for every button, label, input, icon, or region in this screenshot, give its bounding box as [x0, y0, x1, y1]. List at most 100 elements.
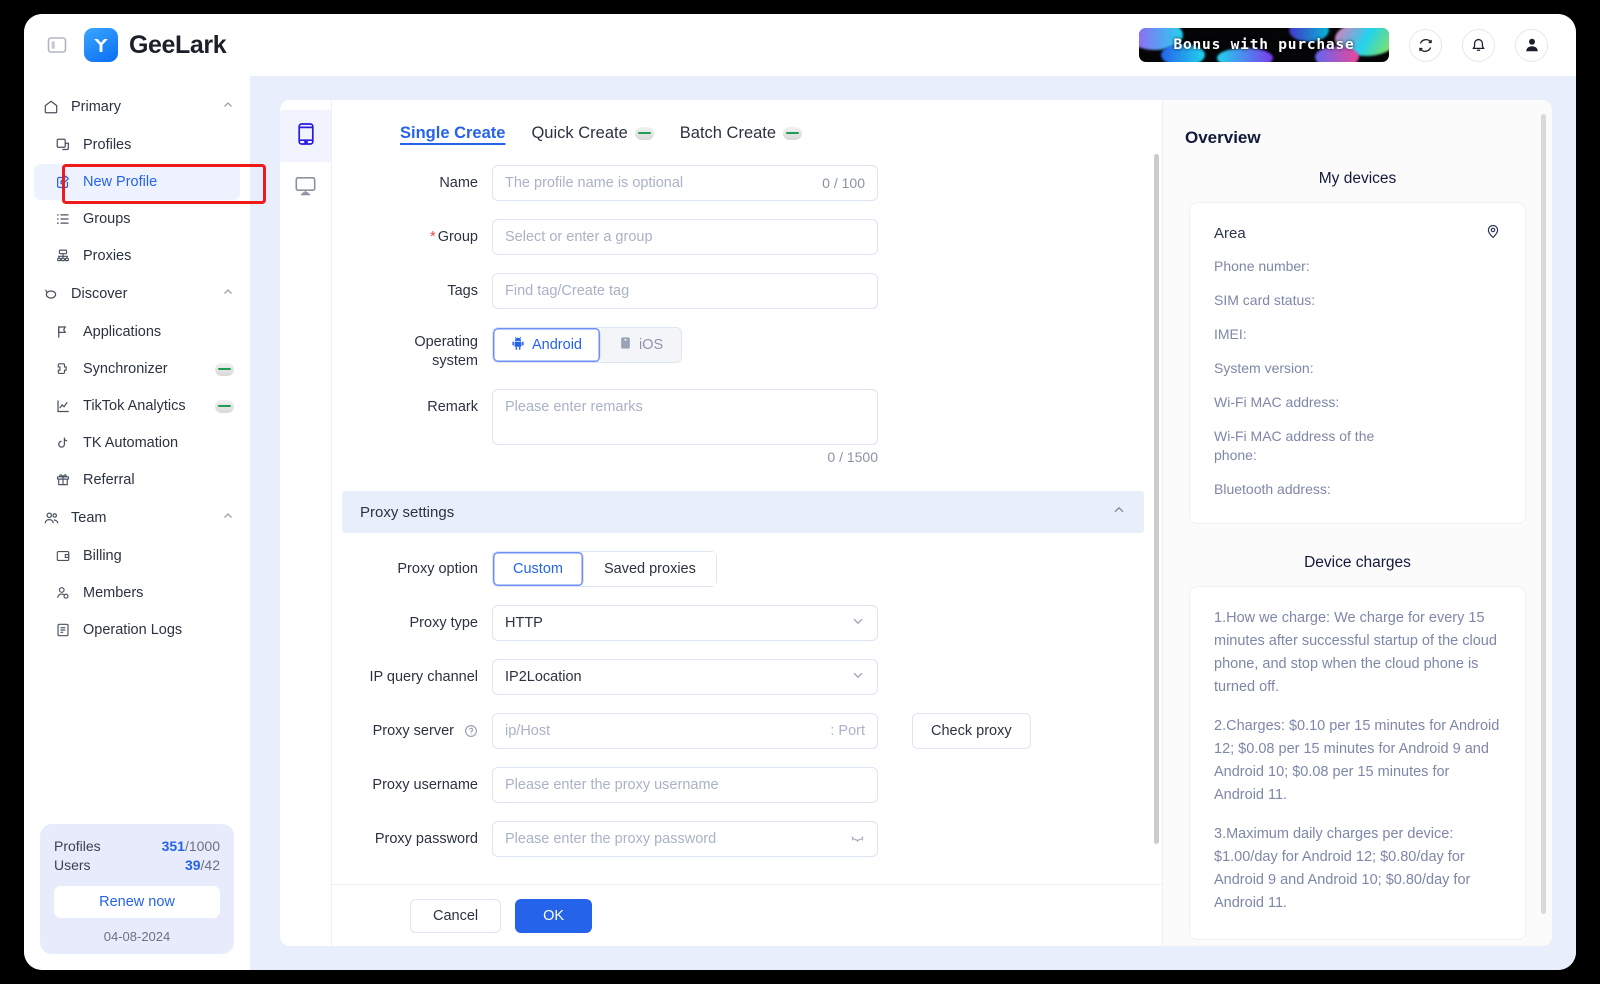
sidebar-item-label: TK Automation	[83, 435, 179, 451]
brand-logo: GeeLark	[84, 28, 227, 62]
tab-batch-create[interactable]: Batch Create	[679, 124, 803, 147]
quota-profiles-total: /1000	[184, 838, 220, 854]
sidebar-group-discover[interactable]: Discover	[24, 275, 250, 313]
device-field: Wi-Fi MAC address of the phone:	[1214, 428, 1375, 463]
sidebar-item-label: Groups	[83, 211, 131, 227]
gift-icon	[54, 472, 72, 488]
sidebar-item-groups[interactable]: Groups	[34, 201, 240, 237]
sidebar-item-label: Synchronizer	[83, 361, 168, 377]
os-label-line2: system	[432, 353, 478, 369]
renew-now-button[interactable]: Renew now	[54, 886, 220, 918]
chevron-up-icon	[222, 285, 234, 303]
geelark-mark-icon	[84, 28, 118, 62]
sidebar-item-billing[interactable]: Billing	[34, 538, 240, 574]
os-option-android[interactable]: Android	[493, 328, 601, 362]
user-avatar-icon[interactable]	[1515, 28, 1548, 62]
tags-input[interactable]: Find tag/Create tag	[492, 273, 878, 309]
os-option-ios[interactable]: iOS	[600, 328, 682, 362]
new-badge-icon	[634, 127, 654, 140]
home-icon	[42, 99, 60, 115]
location-pin-icon[interactable]	[1485, 223, 1501, 243]
help-circle-icon[interactable]	[464, 724, 478, 738]
sidebar-group-primary[interactable]: Primary	[24, 88, 250, 126]
phone-device-icon	[296, 122, 316, 151]
tab-label: Single Create	[400, 124, 506, 142]
proxy-password-input[interactable]: Please enter the proxy password	[492, 821, 878, 857]
overview-scrollbar[interactable]	[1541, 114, 1546, 914]
field-row-group: * Group Select or enter a group	[332, 219, 1162, 255]
chevron-down-icon	[851, 614, 865, 632]
name-input[interactable]: The profile name is optional 0 / 100	[492, 165, 878, 201]
proxy-type-select[interactable]: HTTP	[492, 605, 878, 641]
check-proxy-button[interactable]: Check proxy	[912, 713, 1031, 749]
refresh-icon[interactable]	[1409, 28, 1442, 62]
tiktok-icon	[54, 435, 72, 451]
quota-users-used: 39	[184, 857, 201, 873]
proxy-username-placeholder: Please enter the proxy username	[505, 777, 719, 793]
charge-paragraph: 2.Charges: $0.10 per 15 minutes for Andr…	[1214, 718, 1500, 803]
proxy-option-saved[interactable]: Saved proxies	[583, 552, 716, 586]
cancel-button[interactable]: Cancel	[410, 898, 502, 933]
sidebar-group-label: Primary	[71, 99, 121, 115]
tab-label: Batch Create	[679, 124, 777, 142]
proxy-option-custom[interactable]: Custom	[493, 552, 584, 586]
proxy-settings-section-header[interactable]: Proxy settings	[342, 491, 1144, 533]
tab-quick-create[interactable]: Quick Create	[531, 124, 654, 147]
quota-profiles-used: 351	[161, 838, 185, 854]
sidebar-item-members[interactable]: Members	[34, 575, 240, 611]
bell-icon[interactable]	[1462, 28, 1495, 62]
ip-query-channel-select[interactable]: IP2Location	[492, 659, 878, 695]
sidebar-item-tk-automation[interactable]: TK Automation	[34, 425, 240, 461]
quota-row-profiles: Profiles 351/1000	[54, 838, 220, 854]
promo-text: Bonus with purchase	[1173, 37, 1355, 53]
remark-textarea[interactable]: Please enter remarks	[492, 389, 878, 445]
field-row-proxy-option: Proxy option Custom Saved proxies	[332, 551, 1162, 587]
proxy-type-label: Proxy type	[409, 615, 479, 631]
quota-date: 04-08-2024	[103, 929, 171, 944]
device-field: Bluetooth address:	[1214, 481, 1331, 497]
os-option-label: Android	[532, 337, 582, 353]
proxy-username-input[interactable]: Please enter the proxy username	[492, 767, 878, 803]
sidebar-group-label: Discover	[71, 286, 128, 302]
sidebar-item-synchronizer[interactable]: Synchronizer	[34, 351, 240, 387]
new-profile-card: Single Create Quick Create Batch Create	[280, 100, 1552, 946]
device-field: System version:	[1214, 360, 1314, 376]
new-badge-icon	[783, 127, 803, 140]
chevron-down-icon	[851, 668, 865, 686]
proxy-username-label: Proxy username	[372, 777, 478, 793]
sidebar-item-label: Billing	[83, 548, 122, 564]
chevron-up-icon	[222, 509, 234, 527]
sidebar-item-new-profile[interactable]: New Profile	[34, 164, 240, 200]
promo-banner[interactable]: Bonus with purchase	[1139, 28, 1389, 62]
quota-card: Profiles 351/1000 Users 39/42 Renew now …	[40, 824, 234, 954]
sidebar-item-operation-logs[interactable]: Operation Logs	[34, 612, 240, 648]
form-scroll-region: Single Create Quick Create Batch Create	[332, 100, 1162, 946]
proxy-type-value: HTTP	[505, 615, 543, 631]
panel-toggle-icon[interactable]	[44, 32, 70, 58]
eye-off-icon[interactable]	[850, 830, 865, 848]
field-row-proxy-server: Proxy server ip/Host : Port Check proxy	[332, 713, 1162, 749]
sidebar-item-referral[interactable]: Referral	[34, 462, 240, 498]
sidebar-item-applications[interactable]: Applications	[34, 314, 240, 350]
rail-phone-button[interactable]	[280, 110, 331, 162]
form-scrollbar[interactable]	[1154, 154, 1159, 844]
sidebar-item-proxies[interactable]: Proxies	[34, 238, 240, 274]
sidebar-item-tiktok-analytics[interactable]: TikTok Analytics	[34, 388, 240, 424]
os-option-label: iOS	[638, 337, 664, 353]
rail-desktop-button[interactable]	[280, 162, 331, 214]
app-window: GeeLark Bonus with purchase Primary Prof…	[24, 14, 1576, 970]
proxy-host-placeholder: ip/Host	[505, 723, 551, 739]
quota-users-label: Users	[54, 857, 91, 873]
sidebar-item-profiles[interactable]: Profiles	[34, 127, 240, 163]
logs-icon	[54, 622, 72, 638]
brand-name: GeeLark	[129, 30, 227, 59]
group-label: * Group	[342, 219, 492, 255]
group-input[interactable]: Select or enter a group	[492, 219, 878, 255]
proxy-server-host-input[interactable]: ip/Host : Port	[492, 713, 878, 749]
ok-button[interactable]: OK	[515, 898, 593, 933]
device-charges-card: 1.How we charge: We charge for every 15 …	[1189, 586, 1526, 940]
sidebar-group-team[interactable]: Team	[24, 499, 250, 537]
new-profile-icon	[54, 174, 72, 190]
tab-single-create[interactable]: Single Create	[400, 124, 505, 147]
profiles-icon	[54, 137, 72, 153]
